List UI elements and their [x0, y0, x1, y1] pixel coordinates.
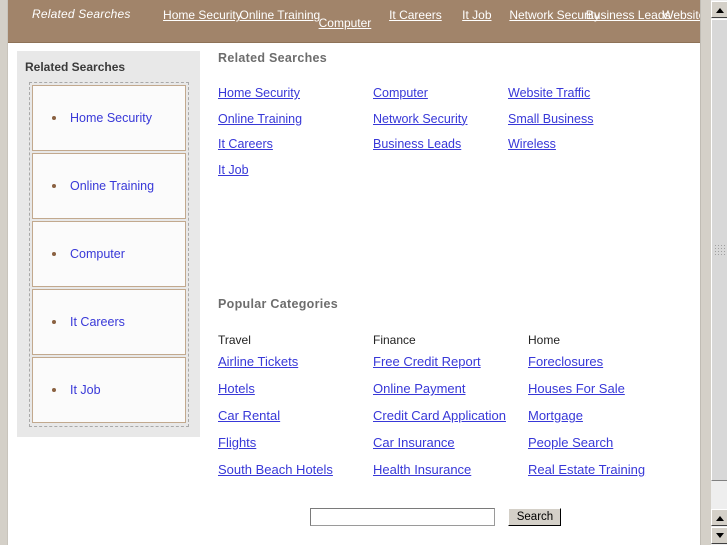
sidebar-link-it-careers[interactable]: It Careers [70, 314, 125, 330]
sidebar-item-home-security[interactable]: Home Security [32, 85, 186, 151]
category-link-car-insurance[interactable]: Car Insurance [373, 435, 506, 451]
category-link-online-payment[interactable]: Online Payment [373, 381, 506, 397]
nav-item-website-traffic[interactable]: Website Traffic [662, 6, 700, 24]
scrollbar-grip-icon [714, 245, 725, 255]
bullet-icon [52, 116, 56, 120]
search-form: Search [310, 508, 570, 528]
category-link-hotels[interactable]: Hotels [218, 381, 333, 397]
sidebar-panel: Related Searches Home Security Online Tr… [17, 51, 200, 437]
triangle-up-icon [715, 7, 724, 13]
nav-brand-title: Related Searches [32, 7, 131, 21]
category-link-credit-card-application[interactable]: Credit Card Application [373, 408, 506, 424]
popular-category-travel: Travel Airline Tickets Hotels Car Rental… [218, 333, 333, 489]
related-link-online-training[interactable]: Online Training [218, 112, 373, 127]
nav-link-computer[interactable]: Computer [319, 16, 372, 30]
sidebar-item-computer[interactable]: Computer [32, 221, 186, 287]
related-searches-column-2: Computer Network Security Business Leads [373, 86, 528, 163]
nav-link-it-careers[interactable]: It Careers [389, 8, 442, 22]
category-link-foreclosures[interactable]: Foreclosures [528, 354, 645, 370]
browser-window: Related Searches Home Security Online Tr… [0, 0, 727, 545]
top-navigation-inner: Related Searches Home Security Online Tr… [8, 0, 700, 42]
sidebar-link-it-job[interactable]: It Job [70, 382, 101, 398]
search-input[interactable] [310, 508, 495, 526]
nav-item-it-careers[interactable]: It Careers [386, 6, 444, 24]
nav-item-it-job[interactable]: It Job [457, 6, 497, 24]
bullet-icon [52, 320, 56, 324]
popular-category-finance: Finance Free Credit Report Online Paymen… [373, 333, 506, 489]
vertical-scrollbar[interactable] [700, 0, 727, 545]
category-heading-finance: Finance [373, 333, 416, 347]
sidebar-link-home-security[interactable]: Home Security [70, 110, 152, 126]
top-navigation-bar: Related Searches Home Security Online Tr… [8, 0, 700, 43]
related-link-small-business[interactable]: Small Business [508, 112, 663, 127]
bullet-icon [52, 252, 56, 256]
related-link-computer[interactable]: Computer [373, 86, 528, 101]
nav-link-it-job[interactable]: It Job [462, 8, 491, 22]
sidebar-link-online-training[interactable]: Online Training [70, 178, 154, 194]
sidebar-related-searches-list: Home Security Online Training Computer I… [29, 82, 189, 427]
related-searches-column-1: Home Security Online Training It Careers… [218, 86, 373, 188]
category-link-health-insurance[interactable]: Health Insurance [373, 462, 506, 478]
nav-link-website-traffic[interactable]: Website Traffic [662, 8, 700, 22]
sidebar-title: Related Searches [25, 60, 126, 74]
triangle-down-icon [715, 532, 724, 538]
bullet-icon [52, 388, 56, 392]
related-link-network-security[interactable]: Network Security [373, 112, 528, 127]
related-link-it-careers[interactable]: It Careers [218, 137, 373, 152]
nav-item-business-leads[interactable]: Business Leads [586, 6, 671, 24]
window-left-edge [0, 0, 8, 545]
related-link-it-job[interactable]: It Job [218, 163, 373, 178]
nav-item-network-security[interactable]: Network Security [509, 6, 600, 24]
bullet-icon [52, 184, 56, 188]
popular-category-home: Home Foreclosures Houses For Sale Mortga… [528, 333, 645, 489]
scrollbar-up-button[interactable] [711, 1, 727, 18]
category-link-real-estate-training[interactable]: Real Estate Training [528, 462, 645, 478]
sidebar-item-online-training[interactable]: Online Training [32, 153, 186, 219]
nav-item-home-security[interactable]: Home Security [163, 6, 242, 24]
nav-link-business-leads[interactable]: Business Leads [586, 8, 671, 22]
category-link-mortgage[interactable]: Mortgage [528, 408, 645, 424]
scrollbar-down-button[interactable] [711, 527, 727, 544]
related-searches-column-3: Website Traffic Small Business Wireless [508, 86, 663, 163]
category-link-flights[interactable]: Flights [218, 435, 333, 451]
category-link-free-credit-report[interactable]: Free Credit Report [373, 354, 506, 370]
main-content: Related Searches Home Security Online Tr… [218, 51, 688, 477]
nav-link-online-training[interactable]: Online Training [240, 8, 321, 22]
category-link-houses-for-sale[interactable]: Houses For Sale [528, 381, 645, 397]
sidebar-link-computer[interactable]: Computer [70, 246, 125, 262]
triangle-up-icon [715, 515, 724, 521]
scrollbar-thumb[interactable] [711, 19, 727, 481]
popular-categories-heading: Popular Categories [218, 297, 339, 311]
nav-item-online-training[interactable]: Online Training [240, 6, 321, 24]
sidebar-item-it-careers[interactable]: It Careers [32, 289, 186, 355]
category-heading-home: Home [528, 333, 561, 347]
scrollbar-up-button-bottom[interactable] [711, 509, 727, 526]
category-link-car-rental[interactable]: Car Rental [218, 408, 333, 424]
related-link-website-traffic[interactable]: Website Traffic [508, 86, 663, 101]
nav-link-home-security[interactable]: Home Security [163, 8, 242, 22]
related-link-business-leads[interactable]: Business Leads [373, 137, 528, 152]
related-link-wireless[interactable]: Wireless [508, 137, 663, 152]
category-link-airline-tickets[interactable]: Airline Tickets [218, 354, 333, 370]
category-link-people-search[interactable]: People Search [528, 435, 645, 451]
search-button[interactable]: Search [508, 508, 562, 526]
category-link-south-beach-hotels[interactable]: South Beach Hotels [218, 462, 333, 478]
related-searches-heading: Related Searches [218, 51, 328, 65]
sidebar-item-it-job[interactable]: It Job [32, 357, 186, 423]
category-heading-travel: Travel [218, 333, 251, 347]
nav-item-computer[interactable]: Computer [316, 14, 374, 32]
related-link-home-security[interactable]: Home Security [218, 86, 373, 101]
